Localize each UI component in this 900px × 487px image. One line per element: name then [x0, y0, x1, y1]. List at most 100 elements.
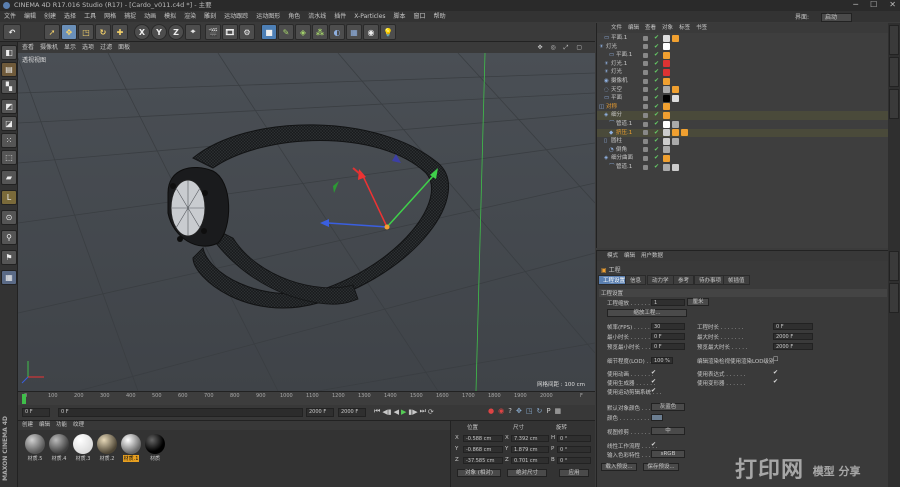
scale-icon[interactable]: ◳ — [78, 24, 94, 40]
object-tag-icon[interactable] — [663, 60, 670, 68]
visibility-dots-icon[interactable] — [643, 130, 648, 136]
timeline-ruler[interactable]: 0 100 200 300 400 500 600 700 800 900 10… — [18, 391, 595, 405]
y-axis-lock-button[interactable]: Y — [151, 24, 167, 40]
object-row[interactable]: ◌ 天空 ✔ — [597, 86, 889, 95]
object-tag-icon[interactable] — [663, 51, 670, 59]
attr-menu-mode[interactable]: 模式 — [607, 253, 618, 259]
save-preset-button[interactable]: 保存预设... — [643, 463, 679, 471]
interface-select[interactable]: 启动 — [820, 13, 852, 22]
enabled-check-icon[interactable]: ✔ — [654, 103, 659, 111]
object-tag-icon[interactable] — [681, 129, 688, 137]
object-name[interactable]: 圆柱 — [611, 137, 622, 145]
om-menu-bookmarks[interactable]: 书签 — [696, 25, 707, 31]
enabled-check-icon[interactable]: ✔ — [654, 34, 659, 42]
visibility-dots-icon[interactable] — [643, 52, 648, 58]
enabled-check-icon[interactable]: ✔ — [654, 129, 659, 137]
menu-edit[interactable]: 编辑 — [24, 13, 36, 20]
menu-window[interactable]: 窗口 — [414, 13, 426, 20]
viewport-menu-filter[interactable]: 过滤 — [100, 44, 112, 51]
play-icon[interactable]: ▶ — [401, 408, 406, 416]
auto-key-icon[interactable]: ◉ — [498, 407, 504, 415]
project-time-field[interactable]: 0 F — [773, 323, 813, 330]
model-mode-icon[interactable]: ◩ — [1, 99, 17, 114]
material-menu-texture[interactable]: 纹理 — [73, 422, 84, 428]
object-row[interactable]: ☀ 灯光.1 ✔ — [597, 60, 889, 69]
preview-max-field[interactable]: 2000 F — [773, 343, 813, 350]
lock-workplane-icon[interactable]: ▦ — [1, 270, 17, 285]
object-row[interactable]: ◔ 倒角 ✔ — [597, 146, 889, 155]
object-tag-icon[interactable] — [663, 120, 670, 128]
material-swatch[interactable]: 材质.3 — [72, 434, 94, 462]
apply-button[interactable]: 应用 — [559, 469, 589, 477]
view-clipping-select[interactable]: 中 — [651, 427, 685, 435]
rot-h-field[interactable]: 0 ° — [557, 435, 591, 442]
material-menu-edit[interactable]: 编辑 — [39, 422, 50, 428]
visibility-dots-icon[interactable] — [643, 164, 648, 170]
tab-frame-interpolation[interactable]: 帧插值 — [723, 275, 750, 285]
tab-todo[interactable]: 待办事项 — [694, 275, 727, 285]
key-scale-icon[interactable]: ◳ — [526, 407, 533, 415]
object-name[interactable]: 对称 — [606, 103, 617, 111]
add-icon[interactable]: ✚ — [112, 24, 128, 40]
enabled-check-icon[interactable]: ✔ — [654, 163, 659, 171]
object-row[interactable]: ▭ 平面.1 ✔ — [597, 34, 889, 43]
visibility-dots-icon[interactable] — [643, 61, 648, 67]
menu-mograph[interactable]: 运动图形 — [256, 13, 280, 20]
object-tag-icon[interactable] — [672, 120, 679, 128]
visibility-dots-icon[interactable] — [643, 155, 648, 161]
object-name[interactable]: 细分曲面 — [611, 154, 633, 162]
menu-file[interactable]: 文件 — [4, 13, 16, 20]
object-tag-icon[interactable] — [672, 34, 679, 42]
end-frame-field[interactable]: 2000 F — [306, 408, 334, 417]
visibility-dots-icon[interactable] — [643, 147, 648, 153]
render-lod-checkbox[interactable]: ☐ — [773, 356, 778, 363]
material-swatch[interactable]: 材质.2 — [96, 434, 118, 462]
viewport-menu-panel[interactable]: 面板 — [118, 44, 130, 51]
enabled-check-icon[interactable]: ✔ — [654, 43, 659, 51]
coord-mode-select[interactable]: 对象 (相对) — [457, 469, 501, 477]
object-row[interactable]: ▭ 平面 ✔ — [597, 94, 889, 103]
edges-mode-icon[interactable]: ⬚ — [1, 150, 17, 165]
om-menu-view[interactable]: 查看 — [645, 25, 656, 31]
size-x-field[interactable]: 7.392 cm — [511, 435, 549, 442]
key-selection-icon[interactable]: ? — [508, 407, 512, 415]
object-name[interactable]: 灯光.1 — [611, 60, 627, 68]
pen-spline-icon[interactable]: ✎ — [278, 24, 294, 40]
enabled-check-icon[interactable]: ✔ — [654, 154, 659, 162]
scale-project-button[interactable]: 缩放工程... — [607, 309, 687, 317]
content-browser-side-tab[interactable] — [889, 57, 899, 87]
key-move-icon[interactable]: ✥ — [516, 407, 522, 415]
points-mode-icon[interactable]: ⁙ — [1, 133, 17, 148]
size-y-field[interactable]: 1.879 cm — [511, 446, 549, 453]
menu-create[interactable]: 创建 — [44, 13, 56, 20]
visibility-dots-icon[interactable] — [643, 35, 648, 41]
attr-menu-edit[interactable]: 编辑 — [624, 253, 635, 259]
object-row[interactable]: ◉ 摄像机 ✔ — [597, 77, 889, 86]
enabled-check-icon[interactable]: ✔ — [654, 86, 659, 94]
enabled-check-icon[interactable]: ✔ — [654, 68, 659, 76]
object-tag-icon[interactable] — [663, 103, 670, 111]
object-name[interactable]: 平面.1 — [616, 51, 632, 59]
use-animation-checkbox[interactable]: ✔ — [651, 369, 656, 376]
enabled-check-icon[interactable]: ✔ — [654, 60, 659, 68]
render-settings-icon[interactable]: ⚙ — [239, 24, 255, 40]
object-name[interactable]: 灯光 — [611, 68, 622, 76]
material-swatch[interactable]: 材质.5 — [24, 434, 46, 462]
object-tag-icon[interactable] — [663, 146, 670, 154]
coordinate-system-icon[interactable]: ⌖ — [185, 24, 201, 40]
layers-side-tab[interactable] — [889, 283, 899, 313]
tweak-mode-icon[interactable]: ⊙ — [1, 210, 17, 225]
visibility-dots-icon[interactable] — [643, 44, 648, 50]
objects-side-tab[interactable] — [889, 25, 899, 55]
object-name[interactable]: 细分 — [611, 111, 622, 119]
enabled-check-icon[interactable]: ✔ — [654, 137, 659, 145]
menu-help[interactable]: 帮助 — [434, 13, 446, 20]
pos-x-field[interactable]: -0.588 cm — [463, 435, 503, 442]
object-tag-icon[interactable] — [672, 137, 679, 145]
tab-info[interactable]: 信息 — [625, 275, 647, 285]
object-tag-icon[interactable] — [663, 154, 670, 162]
rot-p-field[interactable]: 0 ° — [557, 446, 591, 453]
visibility-dots-icon[interactable] — [643, 78, 648, 84]
object-name[interactable]: 管道.1 — [616, 120, 632, 128]
rotate-icon[interactable]: ↻ — [95, 24, 111, 40]
